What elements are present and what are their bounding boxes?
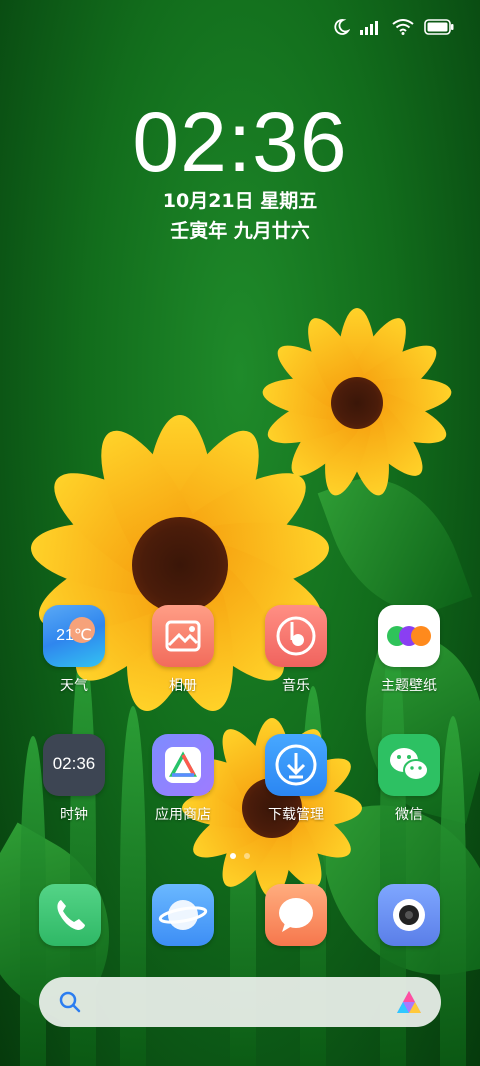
music-icon [265,605,327,667]
app-weather[interactable]: 21℃ 天气 [19,605,129,695]
app-label: 微信 [395,807,423,823]
moon-icon [332,18,350,36]
flower-core [331,377,383,429]
signal-icon [360,19,382,35]
weather-icon: 21℃ [43,605,105,667]
dock-browser[interactable] [128,884,238,946]
dock-phone[interactable] [15,884,125,946]
wifi-icon [392,19,414,35]
page-indicator[interactable] [0,853,480,859]
app-themes[interactable]: 主题壁纸 [354,605,464,695]
app-label: 音乐 [282,678,310,694]
app-label: 下载管理 [268,807,324,823]
search-bar[interactable] [39,977,441,1027]
camera-icon [378,884,440,946]
app-music[interactable]: 音乐 [241,605,351,695]
battery-icon [424,19,454,35]
themes-icon [378,605,440,667]
phone-icon [39,884,101,946]
lockscreen-clock[interactable]: 02:36 [0,94,480,191]
weather-temp: 21℃ [56,627,92,644]
date-text: 10月21日 星期五 [162,190,318,212]
download-icon [265,734,327,796]
app-wechat[interactable]: 微信 [354,734,464,824]
gallery-icon [152,605,214,667]
app-label: 时钟 [60,807,88,823]
dock-camera[interactable] [354,884,464,946]
flower-core [132,517,228,613]
clock-widget-time: 02:36 [52,754,96,773]
app-download-manager[interactable]: 下载管理 [241,734,351,824]
wechat-icon [378,734,440,796]
status-bar [332,18,454,36]
clock-icon: 02:36 [43,734,105,796]
dock-messages[interactable] [241,884,351,946]
ai-assistant-icon[interactable] [395,989,423,1019]
app-store-icon [152,734,214,796]
app-gallery[interactable]: 相册 [128,605,238,695]
app-store[interactable]: 应用商店 [128,734,238,824]
app-clock[interactable]: 02:36 时钟 [19,734,129,824]
lunar-date-text: 壬寅年 九月廿六 [170,220,310,242]
app-label: 天气 [60,678,88,694]
page-dot-active[interactable] [230,853,236,859]
app-label: 应用商店 [155,807,211,823]
search-icon[interactable] [59,991,81,1017]
app-label: 相册 [169,678,197,694]
messages-icon [265,884,327,946]
browser-icon [152,884,214,946]
page-dot[interactable] [244,853,250,859]
app-label: 主题壁纸 [381,678,437,694]
